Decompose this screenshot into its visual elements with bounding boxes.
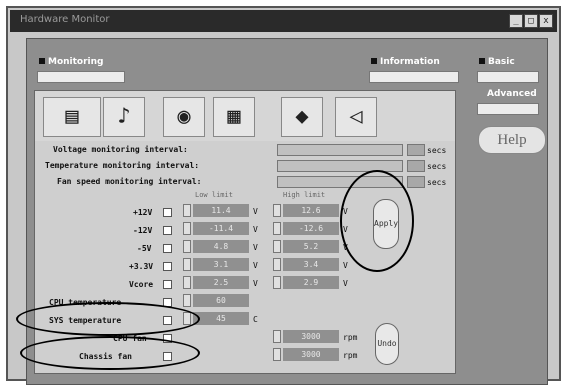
high-value: -12.6 xyxy=(283,222,339,235)
high-unit: rpm xyxy=(343,333,358,342)
low-spinner[interactable] xyxy=(183,258,191,271)
high-unit: V xyxy=(343,261,348,270)
high-value: 3000 xyxy=(283,348,339,361)
basic-tab-button[interactable] xyxy=(477,71,539,83)
tab-basic-label: Basic xyxy=(488,57,515,67)
voltage-interval-slider[interactable] xyxy=(277,144,403,156)
undo-button[interactable]: Undo xyxy=(375,323,399,365)
voltage-interval-label: Voltage monitoring interval: xyxy=(53,145,188,154)
high-value: 2.9 xyxy=(283,276,339,289)
row-checkbox[interactable] xyxy=(163,244,172,253)
high-unit: V xyxy=(343,279,348,288)
low-unit: V xyxy=(253,279,258,288)
low-value: 2.5 xyxy=(193,276,249,289)
tab-information[interactable]: Information xyxy=(371,57,440,67)
low-value: 3.1 xyxy=(193,258,249,271)
minimize-button[interactable]: _ xyxy=(509,14,523,28)
high-unit: rpm xyxy=(343,351,358,360)
low-unit: C xyxy=(253,315,258,324)
low-unit: V xyxy=(253,207,258,216)
temperature-interval-label: Temperature monitoring interval: xyxy=(45,161,200,170)
help-button[interactable]: Help xyxy=(478,126,546,154)
title-bar: Hardware Monitor _ □ x xyxy=(10,10,557,32)
low-value: -11.4 xyxy=(193,222,249,235)
low-spinner[interactable] xyxy=(183,240,191,253)
row-label: -5V xyxy=(137,244,152,253)
row-checkbox[interactable] xyxy=(163,226,172,235)
tab-advanced[interactable]: Advanced xyxy=(487,89,537,99)
high-spinner[interactable] xyxy=(273,330,281,343)
thermometer-icon[interactable]: ♪ xyxy=(103,97,145,137)
low-value: 60 xyxy=(193,294,249,307)
disk-icon[interactable]: ◆ xyxy=(281,97,323,137)
high-value: 3.4 xyxy=(283,258,339,271)
tab-marker-icon xyxy=(479,58,485,64)
high-value: 12.6 xyxy=(283,204,339,217)
tab-marker-icon xyxy=(371,58,377,64)
low-unit: V xyxy=(253,261,258,270)
high-spinner[interactable] xyxy=(273,348,281,361)
chip-icon[interactable]: ▦ xyxy=(213,97,255,137)
low-spinner[interactable] xyxy=(183,204,191,217)
hardware-monitor-window: Hardware Monitor _ □ x Monitoring Inform… xyxy=(6,6,561,385)
temperature-interval-value[interactable] xyxy=(407,160,425,172)
fan-interval-value[interactable] xyxy=(407,176,425,188)
advanced-tab-button[interactable] xyxy=(477,103,539,115)
low-unit: V xyxy=(253,243,258,252)
low-spinner[interactable] xyxy=(183,294,191,307)
maximize-button[interactable]: □ xyxy=(524,14,538,28)
low-spinner[interactable] xyxy=(183,276,191,289)
tab-monitoring[interactable]: Monitoring xyxy=(39,57,104,67)
high-spinner[interactable] xyxy=(273,204,281,217)
annotation-ellipse-sys-temp xyxy=(16,302,200,336)
fan-icon[interactable]: ◉ xyxy=(163,97,205,137)
tab-marker-icon xyxy=(39,58,45,64)
high-spinner[interactable] xyxy=(273,276,281,289)
row-checkbox[interactable] xyxy=(163,262,172,271)
high-limit-header: High limit xyxy=(283,191,326,199)
tab-advanced-label: Advanced xyxy=(487,89,537,99)
annotation-ellipse-chassis-fan xyxy=(20,336,200,370)
high-value: 3000 xyxy=(283,330,339,343)
row-checkbox[interactable] xyxy=(163,280,172,289)
icon-tab-strip: ▤ ♪ ◉ ▦ ◆ ◁ xyxy=(35,91,455,141)
high-value: 5.2 xyxy=(283,240,339,253)
fan-interval-label: Fan speed monitoring interval: xyxy=(57,177,202,186)
high-spinner[interactable] xyxy=(273,258,281,271)
voltage-interval-unit: secs xyxy=(427,146,447,155)
monitoring-tab-button[interactable] xyxy=(37,71,125,83)
board-icon[interactable]: ▤ xyxy=(43,97,101,137)
speaker-icon[interactable]: ◁ xyxy=(335,97,377,137)
low-limit-header: Low limit xyxy=(195,191,233,199)
low-spinner[interactable] xyxy=(183,222,191,235)
window-title: Hardware Monitor xyxy=(20,14,110,25)
tab-basic[interactable]: Basic xyxy=(479,57,515,67)
tab-information-label: Information xyxy=(380,57,440,67)
temperature-interval-unit: secs xyxy=(427,162,447,171)
row-label: +3.3V xyxy=(129,262,154,271)
information-tab-button[interactable] xyxy=(369,71,459,83)
row-label: Vcore xyxy=(129,280,154,289)
high-spinner[interactable] xyxy=(273,240,281,253)
row-checkbox[interactable] xyxy=(163,208,172,217)
close-button[interactable]: x xyxy=(539,14,553,28)
high-spinner[interactable] xyxy=(273,222,281,235)
tab-monitoring-label: Monitoring xyxy=(48,57,104,67)
fan-interval-unit: secs xyxy=(427,178,447,187)
row-label: +12V xyxy=(133,208,153,217)
low-value: 45 xyxy=(193,312,249,325)
row-label: -12V xyxy=(133,226,153,235)
voltage-interval-value[interactable] xyxy=(407,144,425,156)
annotation-ellipse-pill xyxy=(340,170,414,272)
low-value: 11.4 xyxy=(193,204,249,217)
low-unit: V xyxy=(253,225,258,234)
low-value: 4.8 xyxy=(193,240,249,253)
